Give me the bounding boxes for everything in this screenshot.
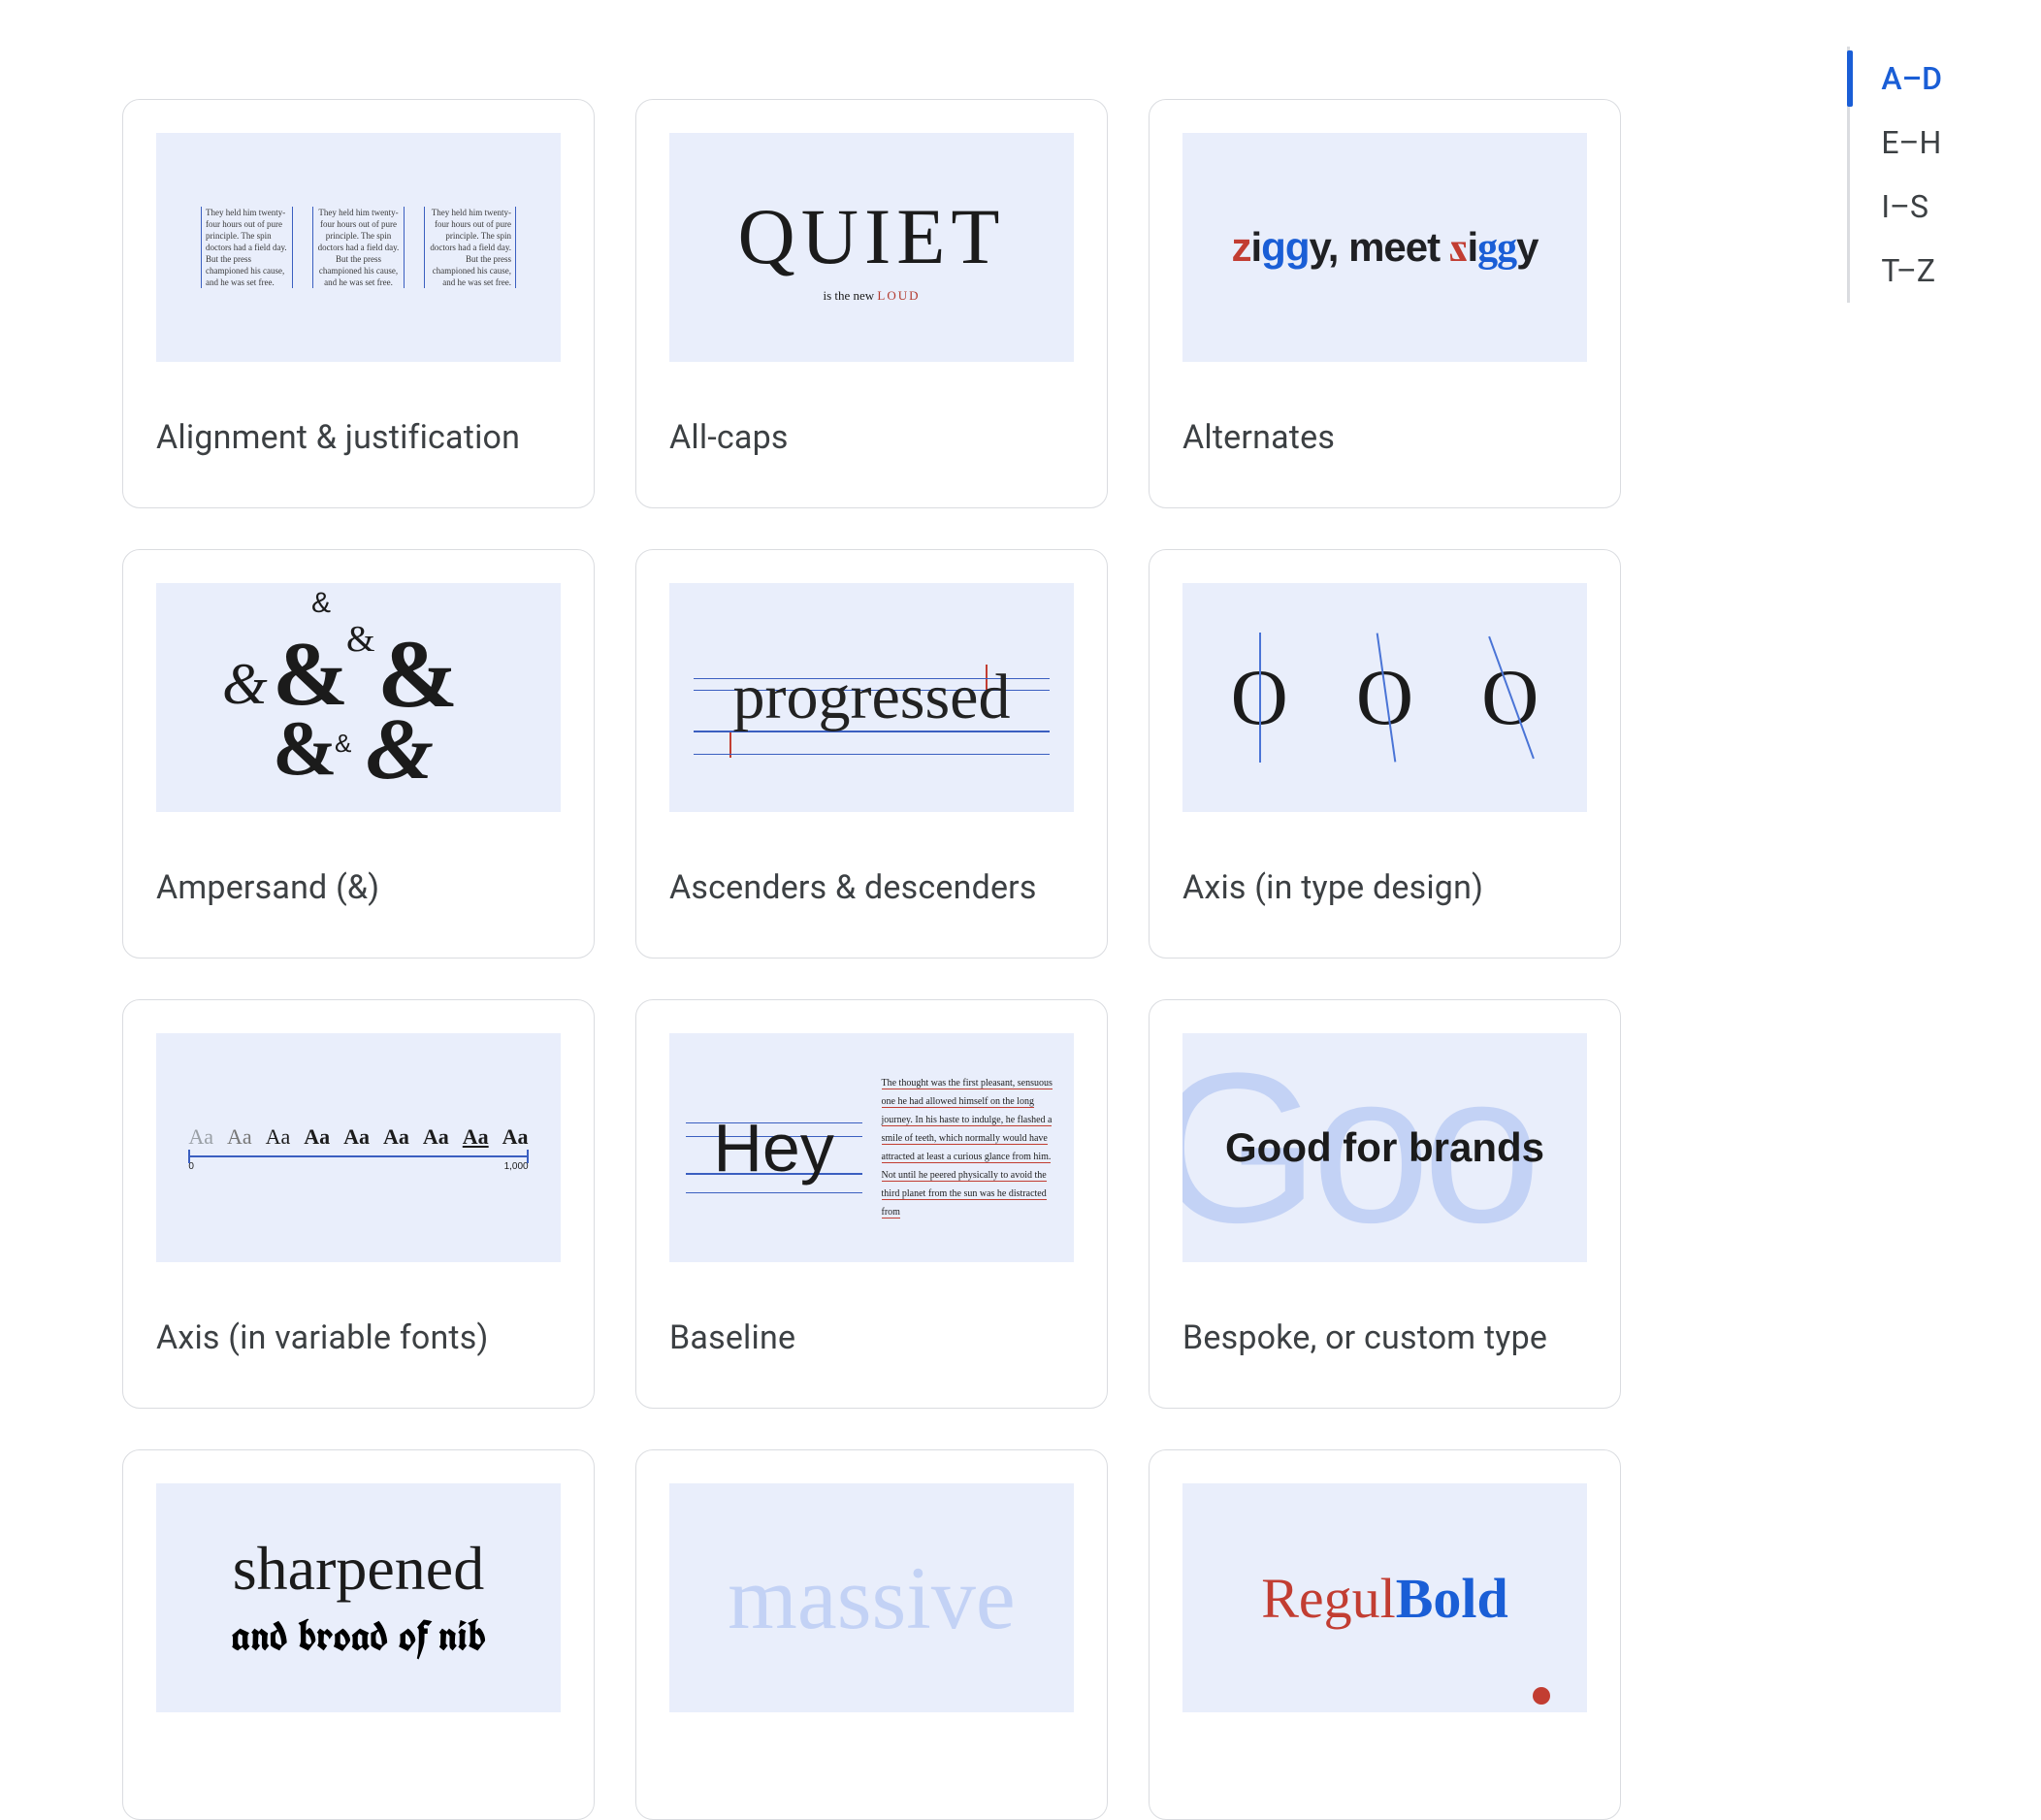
card-title: Bespoke, or custom type xyxy=(1182,1318,1587,1357)
bespoke-fg: Good for brands xyxy=(1225,1124,1544,1171)
thumb-calligraphic: sharpened and broad of nib xyxy=(156,1483,561,1712)
red-dot-icon xyxy=(1533,1687,1550,1705)
thumb-alignment: They held him twenty-four hours out of p… xyxy=(156,133,561,362)
card-alternates[interactable]: ziggy, meet ziggy Alternates xyxy=(1149,99,1621,508)
card-title: All-caps xyxy=(669,418,1074,457)
card-title: Axis (in type design) xyxy=(1182,868,1587,907)
glossary-grid: They held him twenty-four hours out of p… xyxy=(122,99,1621,1820)
alpha-toc: A–D E–H I–S T–Z xyxy=(1847,47,1942,303)
card-baseline[interactable]: Hey The thought was the first pleasant, … xyxy=(635,999,1108,1409)
thumb-all-caps: QUIET is the new LOUD xyxy=(669,133,1074,362)
card-title: Ampersand (&) xyxy=(156,868,561,907)
alternates-text: ziggy, meet ziggy xyxy=(1232,224,1539,272)
thumb-ampersand: & & & & & & & & xyxy=(156,583,561,812)
thumb-regbold: RegulBold xyxy=(1182,1483,1587,1712)
card-ampersand[interactable]: & & & & & & & & Ampersand (&) xyxy=(122,549,595,959)
card-all-caps[interactable]: QUIET is the new LOUD All-caps xyxy=(635,99,1108,508)
card-title: Baseline xyxy=(669,1318,1074,1357)
baseline-word: Hey xyxy=(686,1109,862,1186)
card-title: Ascenders & descenders xyxy=(669,868,1074,907)
thumb-massive: massive xyxy=(669,1483,1074,1712)
card-regular-bold[interactable]: RegulBold xyxy=(1149,1449,1621,1820)
card-axis-type-design[interactable]: O O O Axis (in type design) xyxy=(1149,549,1621,959)
card-calligraphic[interactable]: sharpened and broad of nib xyxy=(122,1449,595,1820)
thumb-axis-design: O O O xyxy=(1182,583,1587,812)
card-title: Axis (in variable fonts) xyxy=(156,1318,561,1357)
align-col-center: They held him twenty-four hours out of p… xyxy=(312,207,405,289)
card-alignment-justification[interactable]: They held him twenty-four hours out of p… xyxy=(122,99,595,508)
allcaps-main: QUIET xyxy=(738,191,1006,282)
thumb-baseline: Hey The thought was the first pleasant, … xyxy=(669,1033,1074,1262)
thumb-ascenders: progressed xyxy=(669,583,1074,812)
callig-line2: and broad of nib xyxy=(231,1609,485,1664)
regbold-row: RegulBold xyxy=(1261,1566,1508,1631)
thumb-bespoke: Goo Good for brands xyxy=(1182,1033,1587,1262)
toc-item-a-d[interactable]: A–D xyxy=(1850,47,1942,111)
ascenders-word: progressed xyxy=(694,661,1050,734)
align-col-right: They held him twenty-four hours out of p… xyxy=(424,207,516,289)
align-col-left: They held him twenty-four hours out of p… xyxy=(201,207,293,289)
axis-var-max: 1,000 xyxy=(504,1161,529,1172)
allcaps-sub: is the new LOUD xyxy=(823,288,920,304)
card-axis-variable-fonts[interactable]: Aa Aa Aa Aa Aa Aa Aa Aa Aa 0 1,000 Axis … xyxy=(122,999,595,1409)
baseline-para: The thought was the first pleasant, sens… xyxy=(882,1074,1058,1221)
toc-item-e-h[interactable]: E–H xyxy=(1850,111,1942,175)
card-massive[interactable]: massive xyxy=(635,1449,1108,1820)
callig-line1: sharpened xyxy=(231,1533,485,1605)
card-ascenders-descenders[interactable]: progressed Ascenders & descenders xyxy=(635,549,1108,959)
toc-item-i-s[interactable]: I–S xyxy=(1850,175,1942,239)
card-bespoke-custom-type[interactable]: Goo Good for brands Bespoke, or custom t… xyxy=(1149,999,1621,1409)
massive-text: massive xyxy=(728,1546,1015,1649)
thumb-alternates: ziggy, meet ziggy xyxy=(1182,133,1587,362)
card-title: Alternates xyxy=(1182,418,1587,457)
card-title: Alignment & justification xyxy=(156,418,561,457)
toc-item-t-z[interactable]: T–Z xyxy=(1850,239,1942,303)
thumb-axis-variable: Aa Aa Aa Aa Aa Aa Aa Aa Aa 0 1,000 xyxy=(156,1033,561,1262)
